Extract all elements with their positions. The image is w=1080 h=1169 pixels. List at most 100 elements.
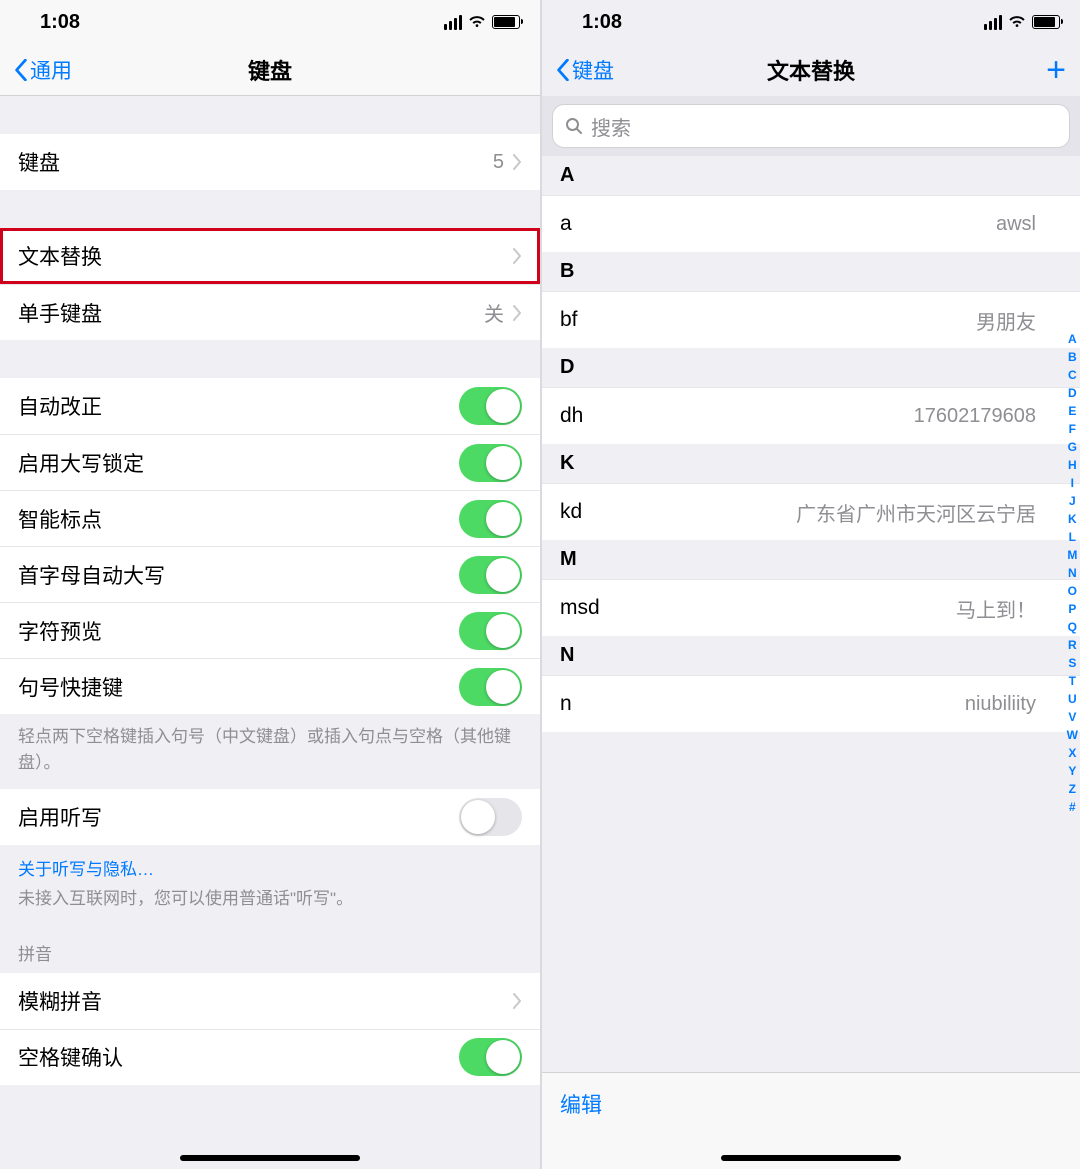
search-bar-container: 搜索: [542, 96, 1080, 156]
search-input[interactable]: 搜索: [552, 104, 1070, 148]
chevron-right-icon: [512, 154, 522, 170]
row-keyboards[interactable]: 键盘 5: [0, 134, 540, 190]
toggle-auto-capitalization[interactable]: [459, 556, 522, 594]
index-letter[interactable]: S: [1068, 654, 1076, 672]
toggle-caps-lock[interactable]: [459, 444, 522, 482]
index-letter[interactable]: D: [1068, 384, 1077, 402]
dictation-note: 未接入互联网时，您可以使用普通话"听写"。: [0, 886, 540, 926]
row-label: 智能标点: [18, 504, 459, 534]
index-letter[interactable]: M: [1067, 546, 1077, 564]
replacement-item[interactable]: dh17602179608: [542, 388, 1080, 444]
replacement-value: 男朋友: [976, 306, 1062, 335]
signal-icon: [984, 15, 1002, 30]
page-title: 键盘: [0, 54, 540, 86]
text-replacement-screen: 1:08 键盘 文本替换 + 搜索 AaawslBbf男朋友Ddh1760217…: [540, 0, 1080, 1169]
index-letter[interactable]: J: [1069, 492, 1076, 510]
toggle-auto-correction[interactable]: [459, 387, 522, 425]
replacement-list: AaawslBbf男朋友Ddh17602179608Kkd广东省广州市天河区云宁…: [542, 156, 1080, 732]
index-letter[interactable]: X: [1068, 744, 1076, 762]
back-label: 通用: [30, 55, 72, 85]
index-letter[interactable]: E: [1068, 402, 1076, 420]
chevron-left-icon: [14, 59, 28, 81]
index-letter[interactable]: C: [1068, 366, 1077, 384]
toggle-period-shortcut[interactable]: [459, 668, 522, 706]
alphabet-index[interactable]: ABCDEFGHIJKLMNOPQRSTUVWXYZ#: [1067, 330, 1078, 816]
index-letter[interactable]: N: [1068, 564, 1077, 582]
toggle-space-confirm[interactable]: [459, 1038, 522, 1076]
chevron-right-icon: [512, 993, 522, 1009]
keyboards-count: 5: [493, 151, 504, 174]
dictation-privacy-link[interactable]: 关于听写与隐私…: [0, 845, 540, 886]
index-letter[interactable]: I: [1071, 474, 1074, 492]
index-letter[interactable]: T: [1069, 672, 1076, 690]
replacement-key: a: [560, 212, 572, 236]
replacement-item[interactable]: kd广东省广州市天河区云宁居: [542, 484, 1080, 540]
status-indicators: [444, 15, 520, 30]
chevron-right-icon: [512, 305, 522, 321]
page-title: 文本替换: [542, 54, 1080, 86]
status-indicators: [984, 15, 1060, 30]
index-letter[interactable]: L: [1069, 528, 1076, 546]
index-letter[interactable]: H: [1068, 456, 1077, 474]
section-header: D: [542, 348, 1080, 388]
status-time: 1:08: [40, 11, 80, 34]
index-letter[interactable]: F: [1069, 420, 1076, 438]
search-icon: [565, 117, 583, 135]
back-button[interactable]: 键盘: [556, 55, 614, 85]
replacement-item[interactable]: bf男朋友: [542, 292, 1080, 348]
row-auto-correction[interactable]: 自动改正: [0, 378, 540, 434]
row-enable-dictation[interactable]: 启用听写: [0, 789, 540, 845]
section-header-pinyin: 拼音: [0, 926, 540, 973]
index-letter[interactable]: R: [1068, 636, 1077, 654]
row-period-shortcut[interactable]: 句号快捷键: [0, 658, 540, 714]
back-button[interactable]: 通用: [14, 55, 72, 85]
row-character-preview[interactable]: 字符预览: [0, 602, 540, 658]
replacement-item[interactable]: msd马上到！: [542, 580, 1080, 636]
replacement-item[interactable]: a awsl: [542, 196, 1080, 252]
status-bar: 1:08: [0, 0, 540, 44]
replacement-value: awsl: [996, 213, 1062, 236]
edit-button[interactable]: 编辑: [560, 1094, 602, 1117]
index-letter[interactable]: Q: [1068, 618, 1077, 636]
row-label: 启用听写: [18, 802, 459, 832]
search-placeholder: 搜索: [591, 112, 631, 141]
wifi-icon: [468, 15, 486, 29]
home-indicator[interactable]: [180, 1155, 360, 1161]
toggle-smart-punctuation[interactable]: [459, 500, 522, 538]
row-space-confirm[interactable]: 空格键确认: [0, 1029, 540, 1085]
section-header: M: [542, 540, 1080, 580]
index-letter[interactable]: G: [1068, 438, 1077, 456]
row-fuzzy-pinyin[interactable]: 模糊拼音: [0, 973, 540, 1029]
toggle-character-preview[interactable]: [459, 612, 522, 650]
row-smart-punctuation[interactable]: 智能标点: [0, 490, 540, 546]
back-label: 键盘: [572, 55, 614, 85]
section-header: K: [542, 444, 1080, 484]
replacement-item[interactable]: nniubiliity: [542, 676, 1080, 732]
index-letter[interactable]: K: [1068, 510, 1077, 528]
row-auto-capitalization[interactable]: 首字母自动大写: [0, 546, 540, 602]
row-caps-lock[interactable]: 启用大写锁定: [0, 434, 540, 490]
home-indicator[interactable]: [721, 1155, 901, 1161]
replacement-key: dh: [560, 404, 583, 428]
index-letter[interactable]: W: [1067, 726, 1078, 744]
add-button[interactable]: +: [1046, 53, 1066, 87]
status-time: 1:08: [582, 11, 622, 34]
row-label: 句号快捷键: [18, 672, 459, 702]
index-letter[interactable]: Z: [1069, 780, 1076, 798]
index-letter[interactable]: Y: [1068, 762, 1076, 780]
section-header: N: [542, 636, 1080, 676]
section-header: B: [542, 252, 1080, 292]
index-letter[interactable]: A: [1068, 330, 1077, 348]
replacement-key: n: [560, 692, 572, 716]
index-letter[interactable]: V: [1068, 708, 1076, 726]
row-text-replacement[interactable]: 文本替换: [0, 228, 540, 284]
row-label: 单手键盘: [18, 298, 484, 328]
toggle-enable-dictation[interactable]: [459, 798, 522, 836]
index-letter[interactable]: O: [1068, 582, 1077, 600]
index-letter[interactable]: B: [1068, 348, 1077, 366]
row-one-handed-keyboard[interactable]: 单手键盘 关: [0, 284, 540, 340]
index-letter[interactable]: P: [1068, 600, 1076, 618]
replacement-key: kd: [560, 500, 582, 524]
index-letter[interactable]: #: [1069, 798, 1076, 816]
index-letter[interactable]: U: [1068, 690, 1077, 708]
